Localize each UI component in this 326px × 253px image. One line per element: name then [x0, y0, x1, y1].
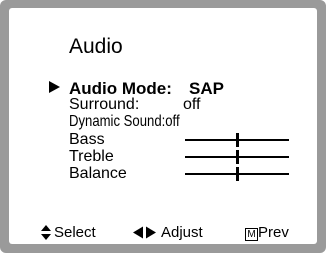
bass-label: Bass — [69, 131, 105, 148]
audio-mode-value: SAP — [189, 79, 224, 98]
audio-mode-label: Audio Mode: — [69, 79, 172, 98]
bass-slider[interactable] — [185, 133, 289, 147]
balance-label: Balance — [69, 165, 127, 182]
osd-frame: Audio Audio Mode: SAP Surround: off Dyna… — [0, 0, 326, 253]
select-hint: Select — [54, 224, 96, 241]
menu-item-dynamic-sound[interactable]: Dynamic Sound:off — [69, 114, 209, 130]
menu-item-balance[interactable]: Balance — [69, 166, 127, 182]
triangle-right-icon — [49, 81, 60, 93]
menu-item-treble[interactable]: Treble — [69, 149, 114, 165]
menu-item-surround[interactable]: Surround: off — [69, 96, 201, 113]
adjust-hint: Adjust — [161, 224, 203, 241]
dynamic-sound-label: Dynamic Sound: — [69, 113, 166, 130]
left-right-arrow-icon — [133, 226, 156, 239]
menu-item-audio-mode[interactable]: Audio Mode: SAP — [69, 79, 224, 98]
treble-slider[interactable] — [185, 150, 289, 164]
menu-key-icon: M — [245, 228, 258, 241]
menu-title: Audio — [69, 35, 123, 58]
bass-slider-thumb[interactable] — [236, 133, 239, 147]
audio-menu-panel: Audio Audio Mode: SAP Surround: off Dyna… — [9, 8, 317, 244]
surround-label: Surround: — [69, 96, 140, 113]
dynamic-sound-value: off — [165, 113, 180, 130]
prev-hint: M Prev — [245, 225, 289, 241]
treble-slider-thumb[interactable] — [236, 150, 239, 164]
balance-slider-thumb[interactable] — [236, 167, 239, 181]
surround-value: off — [183, 96, 201, 113]
balance-slider[interactable] — [185, 167, 289, 181]
menu-item-bass[interactable]: Bass — [69, 132, 105, 148]
up-down-arrow-icon — [41, 225, 51, 240]
prev-label: Prev — [258, 224, 289, 241]
treble-label: Treble — [69, 148, 114, 165]
